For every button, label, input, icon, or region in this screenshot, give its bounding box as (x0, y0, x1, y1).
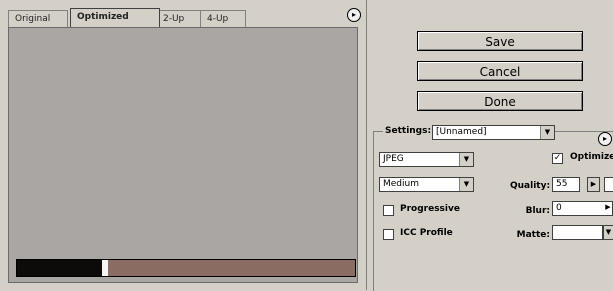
quality-label: Quality: (510, 181, 551, 191)
chevron-down-icon: ▼ (459, 178, 473, 191)
optimization-progress-bar (16, 259, 356, 277)
file-format-value: JPEG (383, 154, 404, 164)
matte-dropdown-button[interactable]: ▼ (603, 225, 613, 240)
tab-original[interactable]: Original (8, 10, 68, 27)
optimized-checkbox[interactable]: ✓ (552, 153, 563, 164)
tab-2-up[interactable]: 2-Up (156, 10, 202, 27)
right-arrow-icon: ▶ (605, 203, 611, 211)
preview-menu-button[interactable]: ▸ (347, 8, 361, 22)
tab-4-up[interactable]: 4-Up (200, 10, 246, 27)
right-arrow-circle-icon: ▸ (351, 10, 356, 19)
settings-preset-value: [Unnamed] (436, 127, 487, 137)
settings-menu-button[interactable]: ▸ (598, 132, 612, 146)
progress-indicator (102, 260, 108, 276)
save-button[interactable]: Save (417, 31, 583, 51)
quality-extra-field (604, 177, 613, 192)
matte-label: Matte: (516, 230, 550, 240)
right-arrow-icon: ▶ (590, 180, 597, 188)
settings-preset-select[interactable]: [Unnamed] ▼ (432, 125, 555, 140)
chevron-down-icon: ▼ (459, 153, 473, 166)
progressive-checkbox[interactable] (383, 205, 394, 216)
cancel-button[interactable]: Cancel (417, 61, 583, 81)
progress-fill (17, 260, 102, 276)
image-preview-canvas (8, 27, 358, 283)
compression-quality-value: Medium (383, 179, 419, 189)
matte-color-input[interactable] (552, 225, 603, 240)
settings-label: Settings: (383, 126, 434, 136)
quality-input[interactable]: 55 (552, 177, 580, 192)
blur-label: Blur: (525, 206, 550, 216)
done-button[interactable]: Done (417, 91, 583, 111)
compression-quality-select[interactable]: Medium ▼ (379, 177, 474, 192)
right-arrow-circle-icon: ▸ (602, 134, 607, 143)
checkmark-icon: ✓ (553, 153, 562, 163)
tab-optimized[interactable]: Optimized (70, 8, 160, 27)
optimized-label: Optimized (570, 152, 613, 162)
quality-slider-button[interactable]: ▶ (587, 177, 600, 192)
progressive-label: Progressive (400, 204, 460, 214)
chevron-down-icon: ▼ (540, 126, 554, 139)
blur-slider-button[interactable]: ▶ (603, 201, 613, 216)
chevron-down-icon: ▼ (605, 228, 612, 236)
icc-profile-label: ICC Profile (400, 228, 453, 238)
icc-profile-checkbox[interactable] (383, 229, 394, 240)
file-format-select[interactable]: JPEG ▼ (379, 152, 474, 167)
